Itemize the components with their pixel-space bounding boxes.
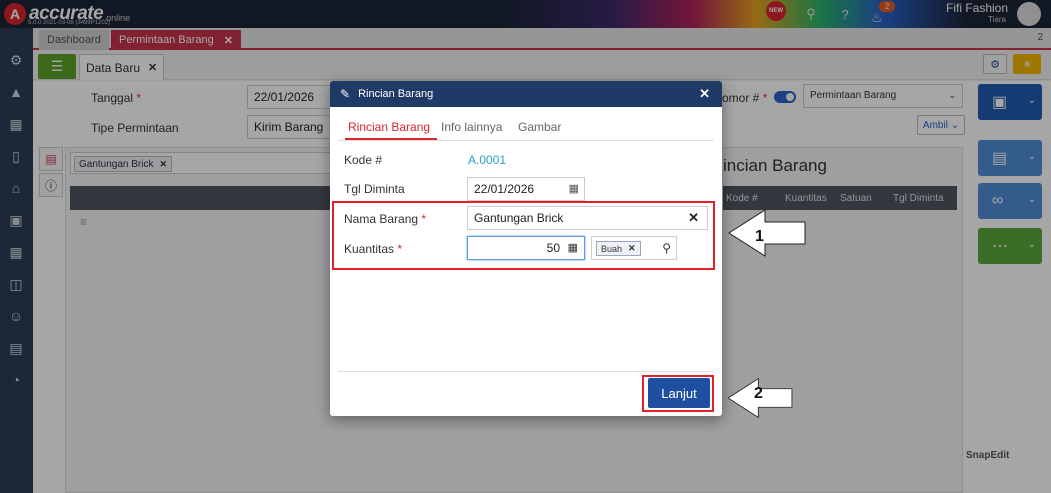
tgl-diminta-label: Tgl Diminta [344, 182, 405, 196]
tab-rincian-barang[interactable]: Rincian Barang [348, 120, 430, 134]
rincian-barang-modal: ✎ Rincian Barang ✕ Rincian Barang Info l… [330, 81, 722, 416]
highlight-box-fields [332, 201, 715, 270]
modal-title: Rincian Barang [358, 88, 434, 100]
kode-value: A.0001 [468, 153, 507, 167]
tgl-diminta-input[interactable]: 22/01/2026 ▦ [467, 177, 585, 201]
modal-divider [338, 371, 714, 372]
modal-tabs: Rincian Barang Info lainnya Gambar [338, 111, 714, 141]
tgl-diminta-value: 22/01/2026 [474, 182, 535, 196]
modal-header: ✎ Rincian Barang ✕ [330, 81, 722, 107]
active-tab-indicator [345, 138, 437, 140]
callout-number-2: 2 [754, 385, 763, 402]
calendar-icon[interactable]: ▦ [569, 182, 579, 195]
pencil-icon: ✎ [340, 87, 351, 101]
lanjut-button[interactable]: Lanjut [648, 378, 710, 408]
callout-number-1: 1 [755, 228, 764, 245]
tab-info-lainnya[interactable]: Info lainnya [441, 120, 502, 134]
close-icon[interactable]: ✕ [699, 86, 710, 102]
tab-gambar[interactable]: Gambar [518, 120, 561, 134]
callout-arrow-1 [728, 209, 806, 257]
kode-label: Kode # [344, 153, 383, 167]
